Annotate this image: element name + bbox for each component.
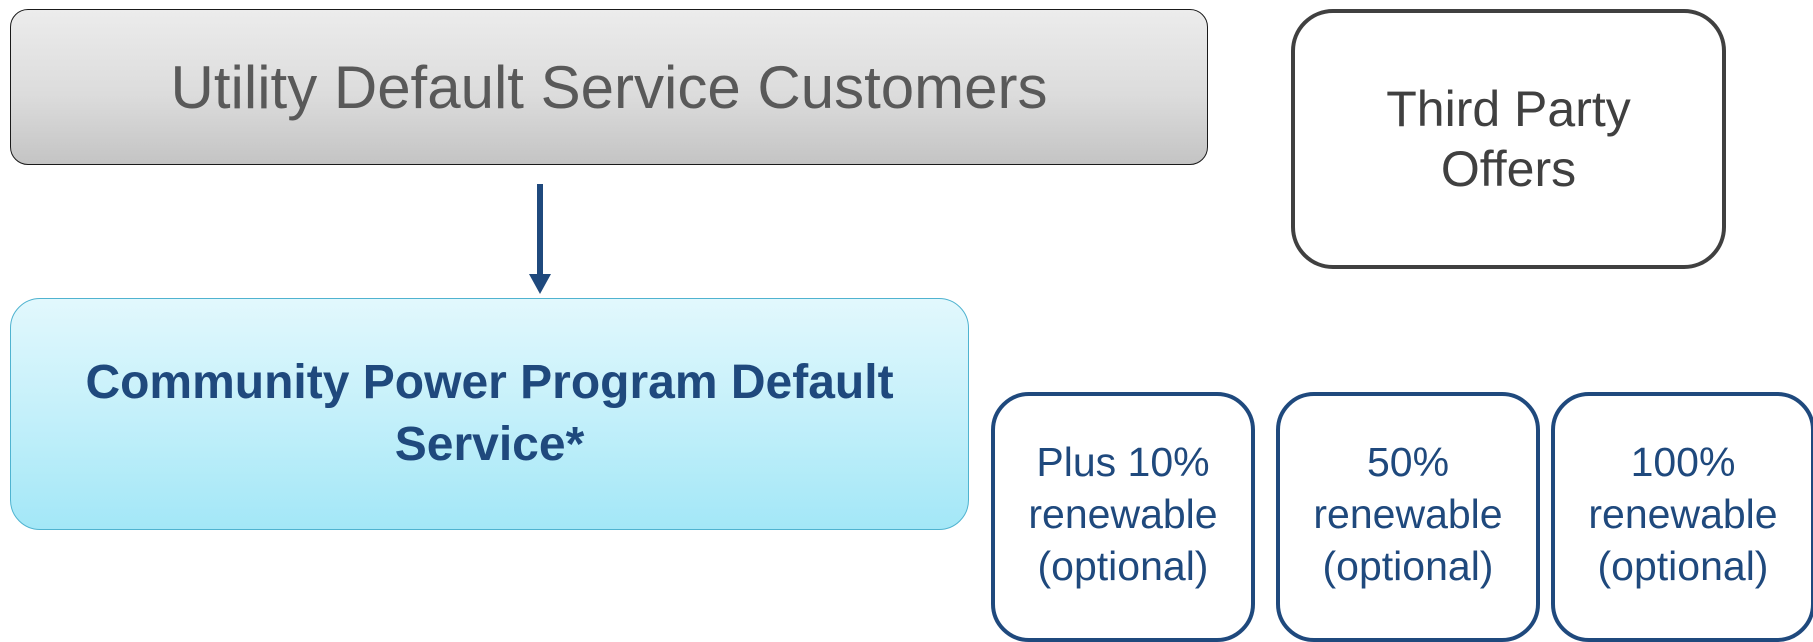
option-plus-10-renewable-label: Plus 10% renewable (optional) bbox=[1028, 439, 1218, 589]
option-50-renewable-label: 50% renewable (optional) bbox=[1313, 439, 1503, 589]
third-party-offers-box: Third Party Offers bbox=[1291, 9, 1726, 269]
option-100-renewable-label: 100% renewable (optional) bbox=[1588, 439, 1778, 589]
community-power-default-service-box: Community Power Program Default Service* bbox=[10, 298, 969, 530]
utility-default-service-label: Utility Default Service Customers bbox=[170, 53, 1048, 121]
option-100-renewable-box: 100% renewable (optional) bbox=[1551, 392, 1813, 642]
third-party-offers-label: Third Party Offers bbox=[1386, 81, 1631, 197]
utility-default-service-box: Utility Default Service Customers bbox=[10, 9, 1208, 165]
down-arrow-icon bbox=[529, 184, 551, 294]
option-50-renewable-box: 50% renewable (optional) bbox=[1276, 392, 1540, 642]
option-plus-10-renewable-box: Plus 10% renewable (optional) bbox=[991, 392, 1255, 642]
community-power-default-service-label: Community Power Program Default Service* bbox=[85, 356, 894, 471]
